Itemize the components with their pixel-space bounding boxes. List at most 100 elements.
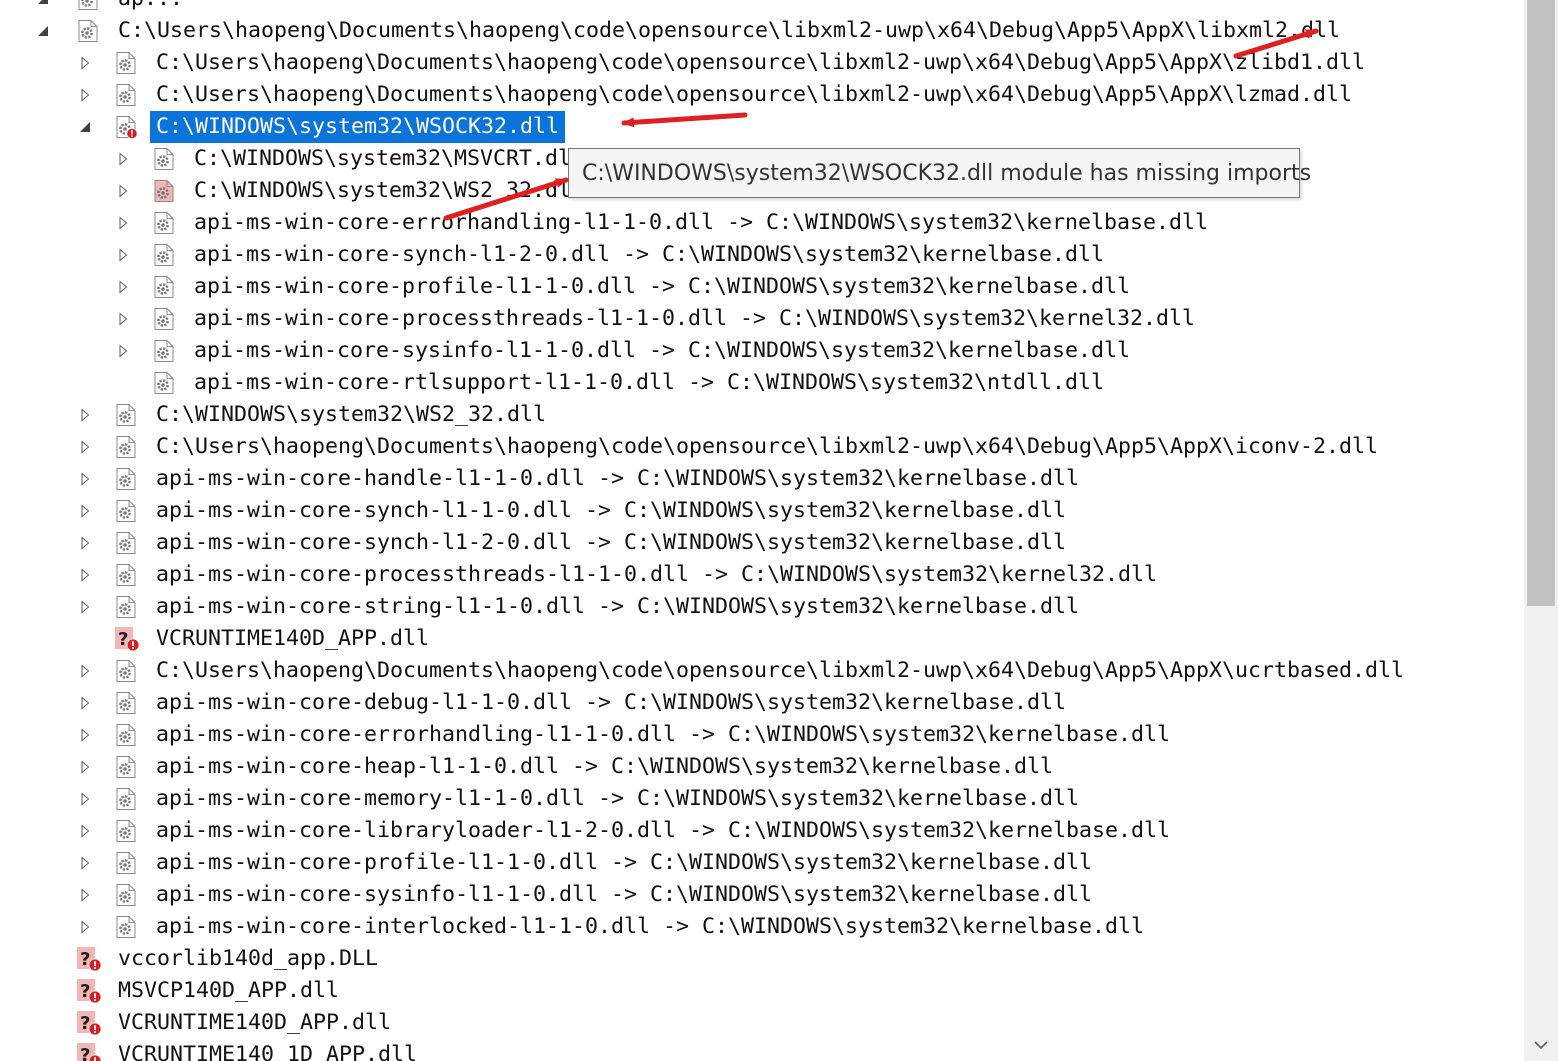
tree-node[interactable]: C:\WINDOWS\system32\WSOCK32.dll: [0, 111, 1524, 143]
missing-imports-tooltip: C:\WINDOWS\system32\WSOCK32.dll module h…: [568, 148, 1311, 198]
collapsed-arrow-icon[interactable]: [78, 568, 92, 582]
tree-node-label: api-ms-win-core-interlocked-l1-1-0.dll -…: [156, 914, 1145, 939]
tree-node[interactable]: api-ms-win-core-processthreads-l1-1-0.dl…: [0, 303, 1524, 335]
tree-node-label: VCRUNTIME140_1D_APP.dll: [118, 1042, 418, 1061]
tree-node[interactable]: api-ms-win-core-libraryloader-l1-2-0.dll…: [0, 815, 1524, 847]
tree-node-label: api-ms-win-core-synch-l1-1-0.dll -> C:\W…: [156, 498, 1067, 523]
expanded-arrow-icon[interactable]: [78, 120, 92, 134]
tree-node[interactable]: C:\WINDOWS\system32\WS2_32.dll: [0, 399, 1524, 431]
tree-node-label: VCRUNTIME140D_APP.dll: [156, 626, 430, 651]
module-icon: [152, 147, 176, 171]
collapsed-arrow-icon[interactable]: [78, 536, 92, 550]
collapsed-arrow-icon[interactable]: [78, 920, 92, 934]
collapsed-arrow-icon[interactable]: [78, 56, 92, 70]
tree-node[interactable]: api-ms-win-core-errorhandling-l1-1-0.dll…: [0, 207, 1524, 239]
collapsed-arrow-icon[interactable]: [78, 728, 92, 742]
tree-node[interactable]: api-ms-win-core-profile-l1-1-0.dll -> C:…: [0, 847, 1524, 879]
tree-node-label: ap...: [112, 0, 189, 15]
module-icon: [152, 211, 176, 235]
tree-node[interactable]: C:\Users\haopeng\Documents\haopeng\code\…: [0, 79, 1524, 111]
module-icon: [114, 403, 138, 427]
tree-node[interactable]: ? VCRUNTIME140D_APP.dll: [0, 1007, 1524, 1039]
tree-node[interactable]: api-ms-win-core-errorhandling-l1-1-0.dll…: [0, 719, 1524, 751]
tree-node[interactable]: api-ms-win-core-synch-l1-2-0.dll -> C:\W…: [0, 239, 1524, 271]
module-icon: [114, 659, 138, 683]
tree-node[interactable]: ? MSVCP140D_APP.dll: [0, 975, 1524, 1007]
expanded-arrow-icon[interactable]: [36, 24, 50, 38]
tree-node-label: api-ms-win-core-processthreads-l1-1-0.dl…: [156, 562, 1158, 587]
module-icon: [152, 307, 176, 331]
tree-node-label: C:\WINDOWS\system32\WS2_32.dll: [194, 178, 585, 203]
collapsed-arrow-icon[interactable]: [78, 760, 92, 774]
tree-node[interactable]: api-ms-win-core-synch-l1-2-0.dll -> C:\W…: [0, 527, 1524, 559]
collapsed-arrow-icon[interactable]: [78, 824, 92, 838]
tree-node[interactable]: api-ms-win-core-rtlsupport-l1-1-0.dll ->…: [0, 367, 1524, 399]
tree-node[interactable]: api-ms-win-core-debug-l1-1-0.dll -> C:\W…: [0, 687, 1524, 719]
module-icon: [114, 915, 138, 939]
tree-node-label: api-ms-win-core-memory-l1-1-0.dll -> C:\…: [156, 786, 1080, 811]
collapsed-arrow-icon[interactable]: [78, 856, 92, 870]
tree-node[interactable]: ap...: [0, 0, 1524, 15]
tree-node-label: api-ms-win-core-profile-l1-1-0.dll -> C:…: [194, 274, 1131, 299]
expanded-arrow-icon[interactable]: [36, 0, 50, 6]
vertical-scrollbar[interactable]: [1524, 0, 1558, 1061]
collapsed-arrow-icon[interactable]: [116, 216, 130, 230]
tree-node-label: api-ms-win-core-profile-l1-1-0.dll -> C:…: [156, 850, 1093, 875]
tree-node[interactable]: C:\Users\haopeng\Documents\haopeng\code\…: [0, 15, 1524, 47]
collapsed-arrow-icon[interactable]: [78, 504, 92, 518]
tree-node-label: C:\WINDOWS\system32\WS2_32.dll: [156, 402, 547, 427]
tree-node[interactable]: api-ms-win-core-heap-l1-1-0.dll -> C:\WI…: [0, 751, 1524, 783]
unresolved-module-icon: ?: [114, 626, 140, 652]
tree-node[interactable]: api-ms-win-core-sysinfo-l1-1-0.dll -> C:…: [0, 335, 1524, 367]
tree-node[interactable]: api-ms-win-core-string-l1-1-0.dll -> C:\…: [0, 591, 1524, 623]
collapsed-arrow-icon[interactable]: [116, 184, 130, 198]
scroll-down-icon[interactable]: [1524, 1035, 1558, 1055]
tree-node-label: C:\Users\haopeng\Documents\haopeng\code\…: [156, 434, 1379, 459]
collapsed-arrow-icon[interactable]: [78, 792, 92, 806]
collapsed-arrow-icon[interactable]: [116, 280, 130, 294]
tree-node[interactable]: C:\Users\haopeng\Documents\haopeng\code\…: [0, 655, 1524, 687]
tree-node[interactable]: api-ms-win-core-interlocked-l1-1-0.dll -…: [0, 911, 1524, 943]
module-icon: [114, 467, 138, 491]
tree-node[interactable]: api-ms-win-core-profile-l1-1-0.dll -> C:…: [0, 271, 1524, 303]
tree-node-label: C:\WINDOWS\system32\WSOCK32.dll: [150, 111, 566, 143]
module-icon: [114, 883, 138, 907]
tree-node[interactable]: ? vccorlib140d_app.DLL: [0, 943, 1524, 975]
module-icon: [114, 691, 138, 715]
module-icon: [114, 755, 138, 779]
collapsed-arrow-icon[interactable]: [78, 408, 92, 422]
module-icon: [114, 595, 138, 619]
tree-node-label: api-ms-win-core-synch-l1-2-0.dll -> C:\W…: [194, 242, 1105, 267]
svg-text:?: ?: [80, 1045, 90, 1061]
tree-node-label: api-ms-win-core-synch-l1-2-0.dll -> C:\W…: [156, 530, 1067, 555]
collapsed-arrow-icon[interactable]: [116, 344, 130, 358]
collapsed-arrow-icon[interactable]: [78, 696, 92, 710]
tree-node[interactable]: api-ms-win-core-memory-l1-1-0.dll -> C:\…: [0, 783, 1524, 815]
tree-node[interactable]: C:\Users\haopeng\Documents\haopeng\code\…: [0, 47, 1524, 79]
collapsed-arrow-icon[interactable]: [78, 88, 92, 102]
tree-node[interactable]: api-ms-win-core-handle-l1-1-0.dll -> C:\…: [0, 463, 1524, 495]
scrollbar-thumb[interactable]: [1527, 0, 1555, 606]
collapsed-arrow-icon[interactable]: [116, 248, 130, 262]
tree-node-label: api-ms-win-core-debug-l1-1-0.dll -> C:\W…: [156, 690, 1067, 715]
module-error-icon: [114, 115, 138, 140]
collapsed-arrow-icon[interactable]: [78, 472, 92, 486]
tree-node[interactable]: api-ms-win-core-sysinfo-l1-1-0.dll -> C:…: [0, 879, 1524, 911]
tree-node[interactable]: C:\Users\haopeng\Documents\haopeng\code\…: [0, 431, 1524, 463]
collapsed-arrow-icon[interactable]: [116, 312, 130, 326]
tree-node-label: api-ms-win-core-errorhandling-l1-1-0.dll…: [194, 210, 1209, 235]
tree-node-label: api-ms-win-core-heap-l1-1-0.dll -> C:\WI…: [156, 754, 1054, 779]
module-icon: [76, 0, 100, 11]
collapsed-arrow-icon[interactable]: [78, 888, 92, 902]
tree-node-label: api-ms-win-core-libraryloader-l1-2-0.dll…: [156, 818, 1171, 843]
collapsed-arrow-icon[interactable]: [78, 600, 92, 614]
module-icon: [114, 499, 138, 523]
tree-node[interactable]: api-ms-win-core-synch-l1-1-0.dll -> C:\W…: [0, 495, 1524, 527]
tree-node[interactable]: ? VCRUNTIME140D_APP.dll: [0, 623, 1524, 655]
collapsed-arrow-icon[interactable]: [78, 664, 92, 678]
collapsed-arrow-icon[interactable]: [78, 440, 92, 454]
tree-node[interactable]: ? VCRUNTIME140_1D_APP.dll: [0, 1039, 1524, 1061]
tree-node-label: api-ms-win-core-handle-l1-1-0.dll -> C:\…: [156, 466, 1080, 491]
collapsed-arrow-icon[interactable]: [116, 152, 130, 166]
tree-node[interactable]: api-ms-win-core-processthreads-l1-1-0.dl…: [0, 559, 1524, 591]
